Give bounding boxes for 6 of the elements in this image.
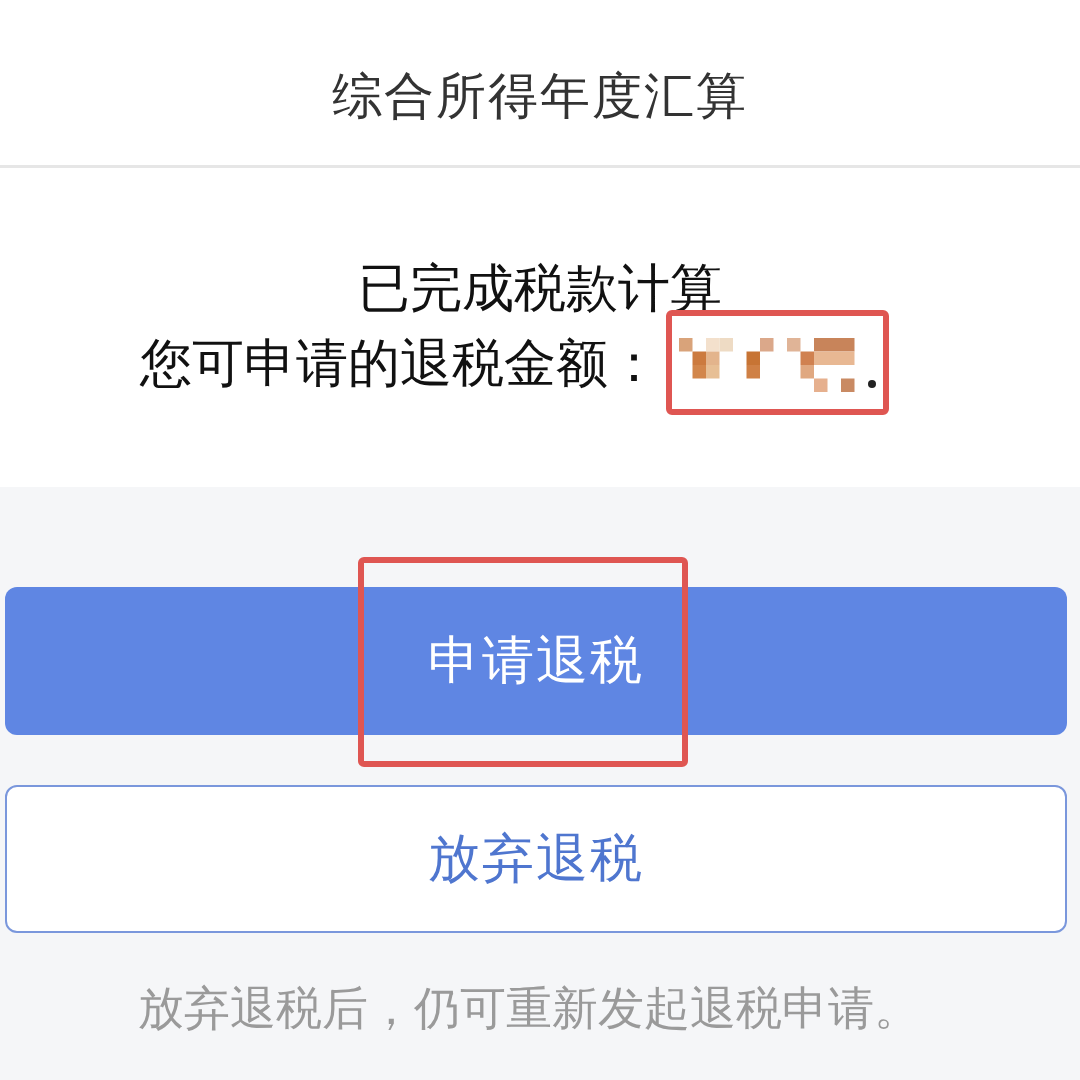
decline-refund-button[interactable]: 放弃退税 [5,785,1067,933]
note-text: 放弃退税后，仍可重新发起退税申请。 [137,980,921,1037]
page-title: 综合所得年度汇算 [332,65,748,126]
apply-refund-button[interactable]: 申请退税 [5,587,1067,735]
status-text: 已完成税款计算 [357,260,723,316]
refund-label: 您可申请的退税金额： [140,332,660,393]
